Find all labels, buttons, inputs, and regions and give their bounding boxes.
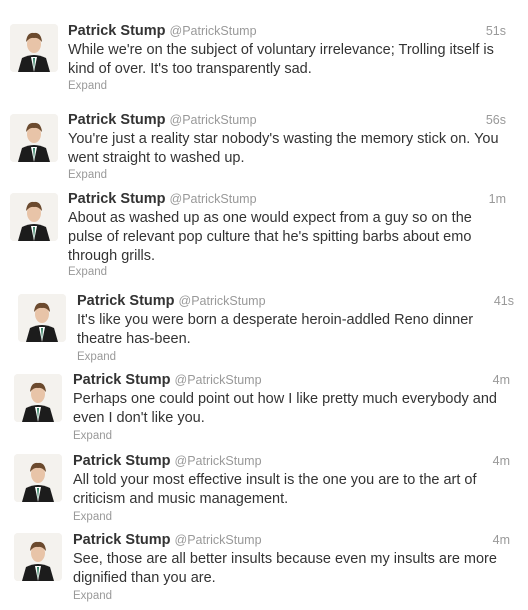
- avatar[interactable]: [18, 294, 66, 342]
- author-name[interactable]: Patrick Stump: [68, 23, 166, 39]
- timestamp[interactable]: 4m: [493, 530, 510, 550]
- avatar[interactable]: [14, 454, 62, 502]
- avatar[interactable]: [10, 193, 58, 241]
- avatar[interactable]: [14, 374, 62, 422]
- tweet-text: Perhaps one could point out how I like p…: [73, 391, 497, 426]
- author-handle[interactable]: @PatrickStump: [179, 294, 266, 308]
- person-portrait-icon: [10, 24, 58, 72]
- author-name[interactable]: Patrick Stump: [68, 191, 166, 207]
- tweet-text: About as washed up as one would expect f…: [68, 210, 472, 264]
- person-portrait-icon: [10, 193, 58, 241]
- tweet-text: See, those are all better insults becaus…: [73, 551, 497, 586]
- expand-link[interactable]: Expand: [68, 168, 107, 182]
- tweet-text: While we're on the subject of voluntary …: [68, 42, 494, 77]
- timestamp[interactable]: 4m: [493, 451, 510, 471]
- author-handle[interactable]: @PatrickStump: [170, 24, 257, 38]
- author-name[interactable]: Patrick Stump: [73, 372, 171, 388]
- expand-link[interactable]: Expand: [73, 429, 112, 443]
- author-name[interactable]: Patrick Stump: [68, 112, 166, 128]
- tweet-text: All told your most effective insult is t…: [73, 472, 477, 507]
- person-portrait-icon: [14, 454, 62, 502]
- author-handle[interactable]: @PatrickStump: [175, 533, 262, 547]
- timestamp[interactable]: 41s: [494, 291, 514, 311]
- author-handle[interactable]: @PatrickStump: [170, 192, 257, 206]
- person-portrait-icon: [14, 533, 62, 581]
- person-portrait-icon: [18, 294, 66, 342]
- expand-link[interactable]: Expand: [73, 589, 112, 603]
- avatar[interactable]: [10, 24, 58, 72]
- timestamp[interactable]: 56s: [486, 110, 506, 130]
- tweet-text: You're just a reality star nobody's wast…: [68, 131, 499, 166]
- author-name[interactable]: Patrick Stump: [73, 532, 171, 548]
- timestamp[interactable]: 1m: [489, 189, 506, 209]
- author-handle[interactable]: @PatrickStump: [170, 113, 257, 127]
- expand-link[interactable]: Expand: [77, 350, 116, 364]
- author-name[interactable]: Patrick Stump: [77, 293, 175, 309]
- tweet-text: It's like you were born a desperate hero…: [77, 312, 474, 347]
- expand-link[interactable]: Expand: [73, 510, 112, 524]
- author-name[interactable]: Patrick Stump: [73, 453, 171, 469]
- timestamp[interactable]: 4m: [493, 370, 510, 390]
- avatar[interactable]: [14, 533, 62, 581]
- expand-link[interactable]: Expand: [68, 79, 107, 93]
- expand-link[interactable]: Expand: [68, 265, 107, 279]
- author-handle[interactable]: @PatrickStump: [175, 373, 262, 387]
- avatar[interactable]: [10, 114, 58, 162]
- timestamp[interactable]: 51s: [486, 21, 506, 41]
- person-portrait-icon: [14, 374, 62, 422]
- author-handle[interactable]: @PatrickStump: [175, 454, 262, 468]
- person-portrait-icon: [10, 114, 58, 162]
